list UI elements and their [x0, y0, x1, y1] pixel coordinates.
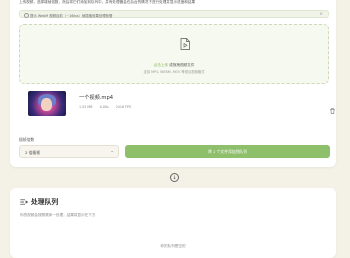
info-icon: [24, 13, 29, 18]
upload-click-link[interactable]: 点击上传: [154, 63, 168, 67]
notice-banner: 提示 WebM 视频目前（~16fps）帧插值效果处理较慢 ×: [19, 10, 329, 18]
count-label: 插帧倍数: [19, 137, 35, 142]
queue-icon: [20, 198, 28, 205]
multiplier-value: 2 倍插帧: [25, 149, 41, 155]
upload-formats: 支持 MP4, WEBM, MOV 等常见视频格式: [143, 70, 205, 74]
queue-empty-message: 你的队列是空的: [160, 244, 186, 248]
queue-description: 你的视频会按照顺序一处理，结果将显示在下方: [20, 213, 96, 217]
multiplier-select[interactable]: 2 倍插帧 ⌄: [19, 145, 119, 158]
video-thumbnail: [28, 91, 66, 116]
queue-card: 处理队列 你的视频会按照顺序一处理，结果将显示在下方 你的队列是空的: [10, 188, 336, 258]
add-to-queue-button[interactable]: 将 1 个文件添加到队列: [125, 145, 330, 158]
queue-title: 处理队列: [31, 198, 59, 206]
upload-dropzone[interactable]: 点击上传 或拖拽视频文件 支持 MP4, WEBM, MOV 等常见视频格式: [19, 24, 329, 84]
file-duration: 0.00s: [99, 105, 109, 109]
intro-text: 上传视频，选择增帧倍数，然后将它们添加到队列中，并有处理器会在后台的情况下进行处…: [19, 0, 196, 4]
trash-icon[interactable]: [330, 108, 335, 114]
file-fps: 2416 FPS: [115, 105, 132, 109]
notice-text: 提示 WebM 视频目前（~16fps）帧插值效果处理较慢: [30, 13, 113, 18]
chevron-down-icon: ⌄: [110, 149, 114, 154]
close-icon[interactable]: ×: [319, 12, 323, 17]
file-item: 一个视频.mp4 1.52 MB 0.00s 2416 FPS: [19, 91, 335, 117]
file-name: 一个视频.mp4: [79, 95, 114, 101]
upload-drag-text: 或拖拽视频文件: [168, 63, 195, 67]
upload-card: 上传视频，选择增帧倍数，然后将它们添加到队列中，并有处理器会在后台的情况下进行处…: [10, 0, 336, 167]
file-meta: 1.52 MB 0.00s 2416 FPS: [79, 105, 137, 109]
file-size: 1.52 MB: [79, 105, 93, 109]
file-icon: [180, 38, 190, 50]
arrow-down-icon: ↓: [170, 173, 179, 182]
